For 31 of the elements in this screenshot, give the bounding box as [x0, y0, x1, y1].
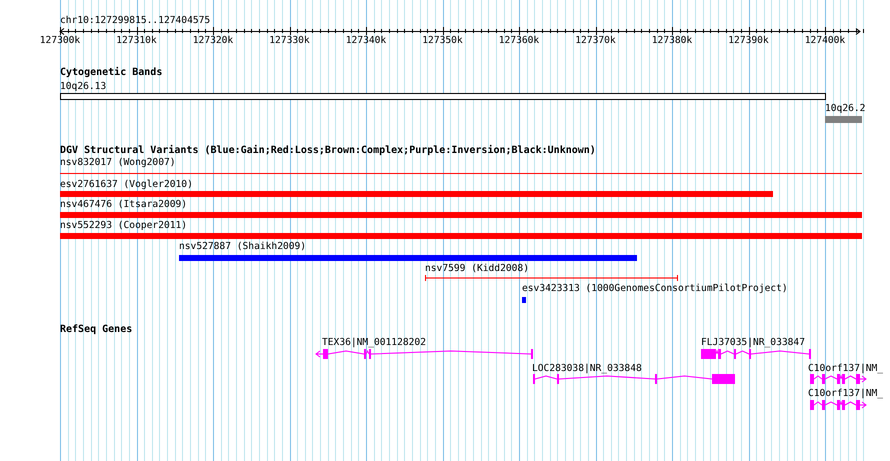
feature-label: nsv832017 (Wong2007): [60, 158, 176, 168]
track-title: RefSeq Genes: [60, 325, 132, 335]
feature-label: 10q26.2: [825, 104, 866, 114]
feature-label: C10orf137|NM_: [808, 389, 884, 399]
feature-label: TEX36|NM_001128202: [322, 338, 426, 348]
gene-model-drawing: [810, 374, 867, 384]
tick-label: 127350k: [422, 36, 463, 46]
ruler-title: chr10:127299815..127404575: [60, 16, 210, 26]
tick-label: 127330k: [269, 36, 310, 46]
feature-label: FLJ37035|NR_033847: [701, 338, 805, 348]
feature-label: 10q26.13: [60, 82, 106, 92]
gene-model-drawing: [810, 400, 867, 410]
track-title: Cytogenetic Bands: [60, 68, 162, 78]
tick-label: 127320k: [192, 36, 234, 46]
feature-label: C10orf137|NM_: [808, 364, 884, 374]
track-title: DGV Structural Variants (Blue:Gain;Red:Loss;Brown:Complex;Purple:Inversion;Black:Unknown): [60, 146, 596, 156]
tick-label: 127390k: [728, 36, 769, 46]
tick-label: 127360k: [498, 36, 540, 46]
feature-label: nsv467476 (Itsara2009): [60, 200, 188, 210]
feature-label: nsv527887 (Shaikh2009): [179, 242, 306, 252]
tick-label: 127340k: [346, 36, 386, 46]
tick-label: 127300k: [40, 36, 80, 46]
feature-label: esv2761637 (Vogler2010): [60, 180, 193, 190]
tick-label: 127380k: [652, 36, 692, 46]
feature-label: nsv552293 (Cooper2011): [60, 221, 188, 231]
tick-label: 127400k: [804, 36, 846, 46]
feature-label: LOC283038|NR_033848: [532, 364, 642, 374]
feature-label: esv3423313 (1000GenomesConsortiumPilotProject): [522, 284, 788, 294]
feature-label: nsv7599 (Kidd2008): [425, 264, 529, 274]
tick-label: 127310k: [116, 36, 157, 46]
tick-label: 127370k: [575, 36, 616, 46]
